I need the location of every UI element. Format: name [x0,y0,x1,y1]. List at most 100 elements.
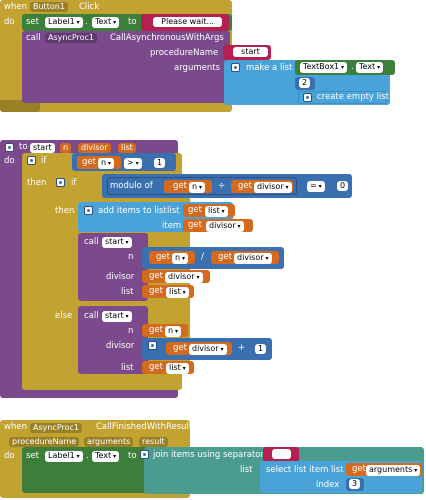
get-n-dropdown[interactable]: n [98,158,114,169]
get-divisor-dropdown[interactable]: divisor [165,272,203,283]
do-keyword: do [4,17,15,27]
get-keyword: get [149,286,163,296]
list-number-value[interactable]: 2 [299,78,311,88]
list-component-dropdown[interactable]: TextBox1 [300,62,348,73]
modulo-of-label: modulo of [110,181,153,191]
create-empty-list-gear-icon[interactable] [303,93,312,102]
n-arg-label: n [128,326,134,336]
call-start-dropdown[interactable]: start [102,237,132,248]
event-component-dropdown[interactable]: Button1 [30,2,68,12]
divisor-arg-label: divisor [106,341,135,351]
when-keyword: when [4,2,27,12]
get-divisor-dropdown[interactable]: divisor [234,253,272,264]
get-keyword: get [238,181,252,191]
do-keyword: do [4,451,15,461]
operator-eq-dropdown[interactable]: = [307,181,325,192]
set-component-dropdown[interactable]: Label1 [45,17,83,28]
separator-value[interactable] [272,449,291,459]
get-keyword: get [149,362,163,372]
set-property-dropdown[interactable]: Text [92,17,120,28]
make-a-list-label: make a list [246,63,293,73]
number-zero[interactable]: 0 [337,181,349,191]
if-keyword: if [71,178,77,188]
event-component-dropdown[interactable]: AsyncProc1 [30,423,83,433]
item-socket-label: item [162,221,182,231]
select-list-item-label: select list item list [266,465,344,475]
number-one[interactable]: 1 [154,158,166,168]
param-procedure-name[interactable]: procedureName [9,437,80,447]
add-items-gear-icon[interactable] [84,206,93,215]
call-keyword: call [84,311,99,321]
dot-separator: . [86,451,89,461]
get-keyword: get [188,205,202,215]
get-n-dropdown[interactable]: n [172,253,188,264]
get-n-dropdown[interactable]: n [189,182,205,193]
param-n[interactable]: n [60,143,72,153]
param-result[interactable]: result [139,437,168,447]
get-list-dropdown[interactable]: list [205,206,228,217]
get-keyword: get [82,157,96,167]
list-socket-label: list [167,206,180,216]
get-list-dropdown[interactable]: list [166,287,189,298]
list-arg-label: list [121,363,134,373]
get-keyword: get [218,252,232,262]
add-items-label: add items to list [98,206,167,216]
set-property-dropdown[interactable]: Text [92,451,120,462]
join-gear-icon[interactable] [140,450,149,459]
call-start-dropdown[interactable]: start [102,311,132,322]
get-divisor-dropdown[interactable]: divisor [254,182,292,193]
get-keyword: get [156,252,170,262]
dot-separator: . [351,62,354,72]
call-component-dropdown[interactable]: AsyncProc1 [45,33,98,43]
param-divisor[interactable]: divisor [78,143,111,153]
list-arg-label: list [121,287,134,297]
param-arguments[interactable]: arguments [84,437,134,447]
get-keyword: get [352,464,366,474]
procedure-gear-icon[interactable] [5,143,14,152]
to-keyword: to [128,451,137,461]
procedure-name-value[interactable]: start [233,47,268,57]
number-one-b[interactable]: 1 [255,344,267,354]
list-socket-label: list [240,465,253,475]
get-divisor-dropdown[interactable]: divisor [206,221,244,232]
to-keyword: to [19,142,28,152]
procedure-name-field[interactable]: start [30,143,55,153]
param-list[interactable]: list [118,143,136,153]
get-list-dropdown[interactable]: list [166,363,189,374]
call-method-name: CallAsynchronousWithArgs [110,33,224,43]
mutator-gear-icon[interactable] [231,63,240,72]
division-operator: ÷ [218,181,226,191]
create-empty-list-label: create empty list [317,92,390,102]
get-keyword: get [149,325,163,335]
index-socket-label: index [316,480,340,490]
plus-operator: + [238,343,246,353]
event-name: CallFinishedWithResult [96,422,193,432]
operator-gt-dropdown[interactable]: > [124,158,142,169]
to-keyword: to [128,17,137,27]
set-keyword: set [26,451,39,461]
text-string-value[interactable]: Please wait... [153,17,223,27]
slash-operator: / [201,252,204,262]
dot-separator: . [85,17,88,27]
inner-if-gear-icon[interactable] [56,178,65,187]
event-name: Click [79,2,100,12]
do-keyword: do [4,156,15,166]
add-gear-icon[interactable] [148,341,157,350]
else-keyword: else [55,311,73,321]
get-arguments-dropdown[interactable]: arguments [366,465,421,476]
call-keyword: call [84,237,99,247]
get-keyword: get [173,343,187,353]
then-keyword: then [55,206,75,216]
set-component-dropdown[interactable]: Label1 [45,451,83,462]
index-number-value[interactable]: 3 [349,479,361,489]
get-keyword: get [173,181,187,191]
join-items-label: join items using separator [153,450,265,460]
get-keyword: get [188,220,202,230]
get-n-dropdown[interactable]: n [165,326,181,337]
if-gear-icon[interactable] [27,156,36,165]
if-keyword: if [41,156,47,166]
set-keyword: set [26,17,39,27]
get-divisor-dropdown[interactable]: divisor [189,344,227,355]
get-keyword: get [149,271,163,281]
list-property-dropdown[interactable]: Text [356,62,384,73]
